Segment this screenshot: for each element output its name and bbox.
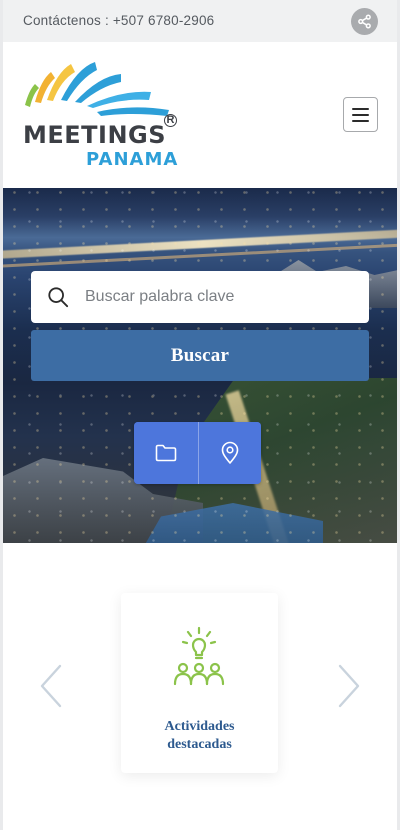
card-title: Actividades destacadas xyxy=(164,719,235,752)
hamburger-menu-icon-line xyxy=(352,119,369,122)
logo-text-meetings: MEETINGS xyxy=(23,121,167,149)
hamburger-menu-button[interactable] xyxy=(343,97,378,132)
location-filter-button[interactable] xyxy=(197,422,261,484)
map-pin-icon xyxy=(221,441,239,464)
meetings-panama-logo[interactable]: MEETINGS R PANAMA xyxy=(21,60,186,170)
search-button[interactable]: Buscar xyxy=(31,330,369,381)
logo-rays-icon xyxy=(25,62,169,116)
share-icon xyxy=(358,14,371,29)
logo-text-panama: PANAMA xyxy=(86,149,179,170)
logo-registered-mark: R xyxy=(164,114,177,127)
search-input[interactable] xyxy=(85,288,345,306)
hero-banner: Buscar xyxy=(3,188,397,543)
group-idea-icon xyxy=(173,626,225,686)
carousel-card[interactable]: Actividades destacadas xyxy=(121,593,278,773)
top-bar: Contáctenos : +507 6780-2906 xyxy=(3,0,397,42)
site-header: MEETINGS R PANAMA xyxy=(3,42,397,188)
quick-filter-buttons xyxy=(134,422,261,484)
search-icon xyxy=(47,286,69,308)
search-box xyxy=(31,271,369,323)
category-filter-button[interactable] xyxy=(134,422,198,484)
carousel-next-button[interactable] xyxy=(334,663,364,709)
hamburger-menu-icon-line xyxy=(352,107,369,110)
folder-icon xyxy=(155,444,177,462)
chevron-right-icon xyxy=(338,664,360,708)
carousel-prev-button[interactable] xyxy=(36,663,66,709)
share-button[interactable] xyxy=(351,8,378,35)
hamburger-menu-icon-line xyxy=(352,113,369,116)
chevron-left-icon xyxy=(40,664,62,708)
contact-text: Contáctenos : +507 6780-2906 xyxy=(23,13,215,28)
featured-carousel: Actividades destacadas xyxy=(3,543,397,830)
